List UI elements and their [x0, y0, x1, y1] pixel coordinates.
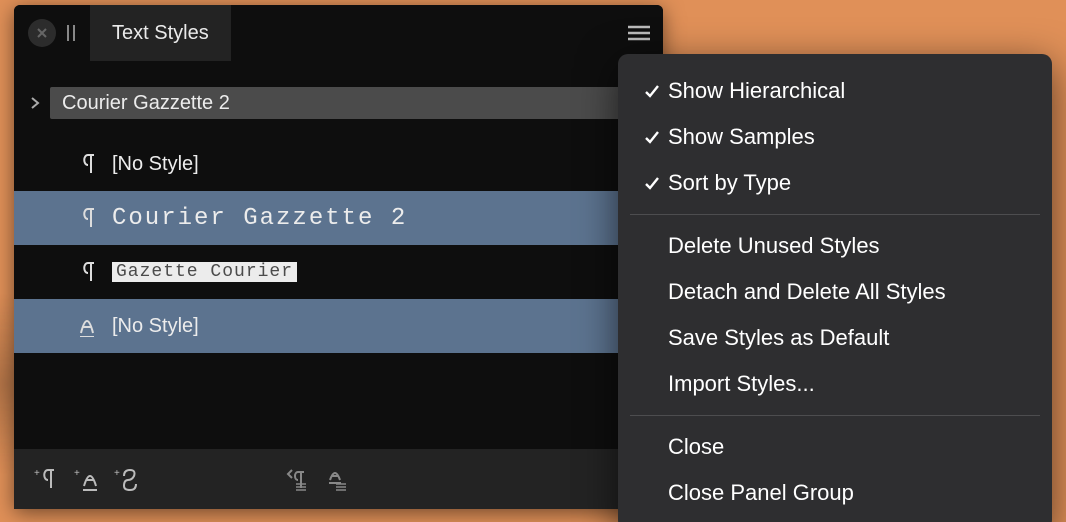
group-name-chip[interactable]: Courier Gazzette 2	[50, 87, 651, 119]
menu-item-sort-by-type[interactable]: Sort by Type	[618, 160, 1052, 206]
paragraph-style-icon	[72, 153, 102, 175]
group-row: Courier Gazzette 2	[14, 81, 663, 125]
menu-label: Import Styles...	[668, 371, 815, 397]
menu-item-import-styles[interactable]: Import Styles...	[618, 361, 1052, 407]
style-row-no-style-char[interactable]: [No Style]	[14, 299, 663, 353]
style-row-courier-gazzette-2[interactable]: Courier Gazzette 2	[14, 191, 663, 245]
check-icon	[636, 128, 668, 146]
update-character-style-button[interactable]	[320, 462, 354, 496]
paragraph-style-icon	[72, 261, 102, 283]
menu-item-delete-unused[interactable]: Delete Unused Styles	[618, 223, 1052, 269]
group-name: Courier Gazzette 2	[62, 92, 230, 115]
tab-label: Text Styles	[112, 22, 209, 45]
menu-label: Sort by Type	[668, 170, 791, 196]
menu-label: Save Styles as Default	[668, 325, 889, 351]
check-icon	[636, 82, 668, 100]
paragraph-style-icon	[72, 207, 102, 229]
collapse-icon[interactable]	[66, 24, 76, 42]
menu-label: Detach and Delete All Styles	[668, 279, 946, 305]
style-row-no-style-para[interactable]: [No Style]	[14, 137, 663, 191]
add-character-style-button[interactable]: +	[70, 462, 104, 496]
chevron-right-icon[interactable]	[28, 96, 42, 110]
panel-menu-icon[interactable]	[623, 17, 655, 49]
menu-item-show-hierarchical[interactable]: Show Hierarchical	[618, 68, 1052, 114]
character-style-icon	[72, 315, 102, 337]
check-icon	[636, 174, 668, 192]
menu-label: Close	[668, 434, 724, 460]
panel-header: Text Styles	[14, 5, 663, 61]
tab-text-styles[interactable]: Text Styles	[90, 5, 231, 61]
panel-context-menu: Show Hierarchical Show Samples Sort by T…	[618, 54, 1052, 522]
svg-text:+: +	[114, 468, 120, 479]
add-group-button[interactable]: +	[110, 462, 144, 496]
add-paragraph-style-button[interactable]: +	[30, 462, 64, 496]
styles-list: [No Style] Courier Gazzette 2 Gazette Co…	[14, 125, 663, 449]
menu-label: Close Panel Group	[668, 480, 854, 506]
menu-label: Delete Unused Styles	[668, 233, 880, 259]
panel-footer: + + +	[14, 449, 663, 509]
menu-separator	[630, 415, 1040, 416]
menu-item-save-default[interactable]: Save Styles as Default	[618, 315, 1052, 361]
style-label: [No Style]	[112, 153, 199, 176]
update-paragraph-style-button[interactable]	[280, 462, 314, 496]
style-label: [No Style]	[112, 315, 199, 338]
menu-item-detach-delete-all[interactable]: Detach and Delete All Styles	[618, 269, 1052, 315]
menu-label: Show Samples	[668, 124, 815, 150]
style-row-gazette-courier[interactable]: Gazette Courier	[14, 245, 663, 299]
text-styles-panel: Text Styles Courier Gazzette 2 [No Style…	[14, 5, 663, 509]
svg-text:+: +	[74, 468, 80, 479]
menu-item-close-group[interactable]: Close Panel Group	[618, 470, 1052, 516]
svg-text:+: +	[34, 468, 40, 479]
style-label: Gazette Courier	[112, 262, 297, 282]
style-label: Courier Gazzette 2	[112, 205, 407, 232]
close-icon[interactable]	[28, 19, 56, 47]
menu-label: Show Hierarchical	[668, 78, 845, 104]
menu-item-close[interactable]: Close	[618, 424, 1052, 470]
menu-item-show-samples[interactable]: Show Samples	[618, 114, 1052, 160]
menu-separator	[630, 214, 1040, 215]
